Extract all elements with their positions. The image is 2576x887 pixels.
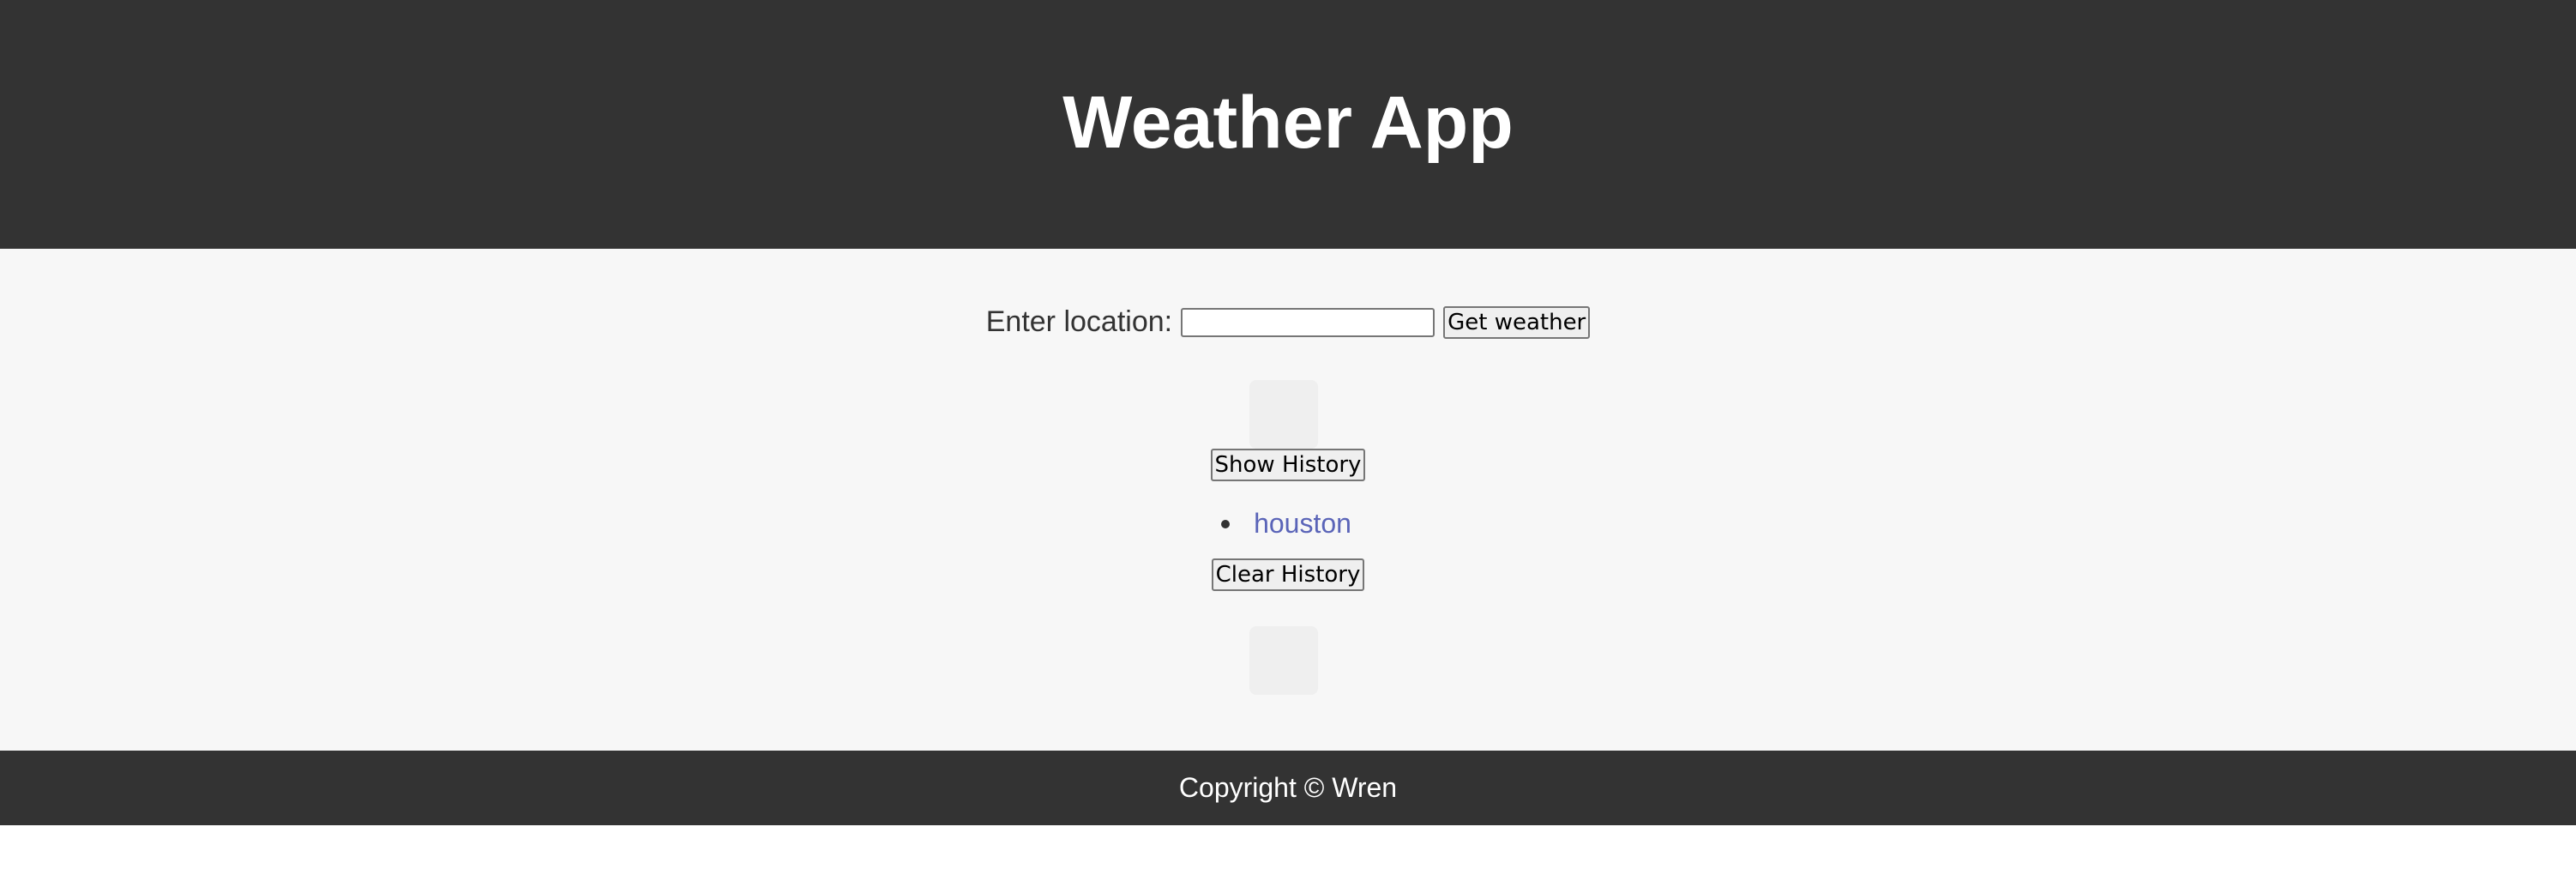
history-link-houston[interactable]: houston	[1254, 508, 1351, 540]
get-weather-button[interactable]: Get weather	[1443, 305, 1591, 339]
location-form: Enter location: Get weather	[0, 305, 2576, 339]
location-label: Enter location:	[985, 305, 1173, 338]
main-content: Enter location: Get weather Show History…	[0, 249, 2576, 751]
clear-history-wrap: Clear History	[0, 558, 2576, 591]
page-title: Weather App	[1062, 81, 1514, 164]
location-input[interactable]	[1181, 307, 1435, 337]
clear-history-button[interactable]: Clear History	[1211, 558, 1365, 591]
list-item: houston	[1221, 508, 1351, 540]
bullet-icon	[1221, 519, 1231, 528]
show-history-button[interactable]: Show History	[1210, 449, 1366, 481]
show-history-wrap: Show History	[0, 449, 2576, 481]
weather-result-panel	[1249, 380, 1318, 449]
forecast-panel	[1249, 626, 1318, 695]
page-header: Weather App	[0, 0, 2576, 249]
history-list: houston	[0, 508, 2576, 540]
copyright-text: Copyright © Wren	[1178, 772, 1398, 803]
page-footer: Copyright © Wren	[0, 751, 2576, 825]
